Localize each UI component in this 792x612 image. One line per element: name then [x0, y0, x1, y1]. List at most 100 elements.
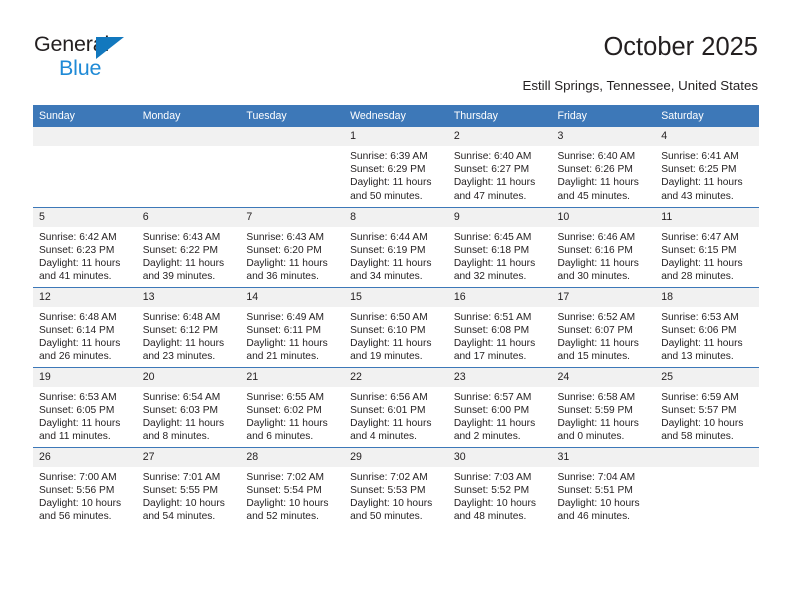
- daylight-duration-line2: and 2 minutes.: [453, 431, 521, 443]
- daylight-duration-line2: and 50 minutes.: [350, 190, 423, 202]
- calendar-day-cell[interactable]: 10 Sunrise: 6:46 AM Sunset: 6:16 PM Dayligh…: [551, 206, 656, 287]
- daylight-duration-line2: and 4 minutes.: [350, 431, 417, 443]
- day-details: Sunrise: 6:39 AM Sunset: 6:29 PM Daylight:…: [344, 146, 448, 203]
- calendar-day-cell[interactable]: 28 Sunrise: 7:02 AM Sunset: 5:54 PM Dayligh…: [240, 446, 345, 527]
- day-number: [33, 127, 137, 146]
- sunrise-time: Sunrise: 6:40 AM: [453, 151, 532, 162]
- day-details: Sunrise: 7:01 AM Sunset: 5:55 PM Daylight:…: [137, 467, 241, 524]
- day-number: 5: [33, 207, 137, 227]
- day-details: Sunrise: 6:59 AM Sunset: 5:57 PM Daylight:…: [655, 387, 759, 444]
- daylight-duration-line1: Daylight: 10 hours: [661, 417, 744, 429]
- logo-text-blue: Blue: [59, 56, 102, 80]
- day-details: Sunrise: 7:02 AM Sunset: 5:53 PM Daylight:…: [344, 467, 448, 524]
- calendar-day-cell[interactable]: 23 Sunrise: 6:57 AM Sunset: 6:00 PM Dayligh…: [447, 366, 552, 447]
- calendar-day-cell[interactable]: 30 Sunrise: 7:03 AM Sunset: 5:52 PM Dayligh…: [447, 446, 552, 527]
- daylight-duration-line2: and 52 minutes.: [246, 511, 319, 523]
- daylight-duration-line1: Daylight: 11 hours: [661, 177, 743, 189]
- calendar-day-cell[interactable]: 16 Sunrise: 6:51 AM Sunset: 6:08 PM Dayligh…: [447, 286, 552, 367]
- general-blue-logo[interactable]: General Blue: [34, 32, 214, 84]
- daylight-duration-line1: Daylight: 11 hours: [350, 177, 432, 189]
- daylight-duration-line1: Daylight: 11 hours: [350, 257, 432, 269]
- sunset-time: Sunset: 5:56 PM: [39, 484, 115, 496]
- calendar-day-cell[interactable]: 11 Sunrise: 6:47 AM Sunset: 6:15 PM Dayligh…: [655, 206, 759, 287]
- calendar-day-cell[interactable]: 26 Sunrise: 7:00 AM Sunset: 5:56 PM Dayligh…: [33, 446, 137, 527]
- sunrise-time: Sunrise: 6:42 AM: [39, 231, 117, 243]
- day-details: Sunrise: 6:52 AM Sunset: 6:07 PM Daylight:…: [552, 307, 656, 364]
- calendar-day-cell[interactable]: 6 Sunrise: 6:43 AM Sunset: 6:22 PM Daylight…: [136, 206, 241, 287]
- daylight-duration-line2: and 19 minutes.: [350, 351, 423, 363]
- day-number: 30: [447, 447, 552, 467]
- calendar-day-cell[interactable]: 20 Sunrise: 6:54 AM Sunset: 6:03 PM Dayligh…: [136, 366, 241, 447]
- calendar-day-cell[interactable]: 24 Sunrise: 6:58 AM Sunset: 5:59 PM Dayligh…: [551, 366, 656, 447]
- day-details: Sunrise: 7:00 AM Sunset: 5:56 PM Daylight:…: [33, 467, 137, 524]
- day-number: 29: [344, 447, 448, 467]
- calendar-day-cell-empty: [33, 127, 137, 207]
- sunrise-time: Sunrise: 6:57 AM: [453, 391, 532, 403]
- calendar-day-cell[interactable]: 17 Sunrise: 6:52 AM Sunset: 6:07 PM Dayligh…: [551, 286, 656, 367]
- calendar-day-cell[interactable]: 9 Sunrise: 6:45 AM Sunset: 6:18 PM Daylight…: [447, 206, 552, 287]
- sunset-time: Sunset: 6:03 PM: [142, 404, 219, 416]
- calendar-body: 1 Sunrise: 6:39 AM Sunset: 6:29 PM Daylight…: [33, 127, 759, 527]
- page-header: General Blue October 2025 Estill Springs…: [0, 0, 792, 103]
- calendar-day-cell[interactable]: 19 Sunrise: 6:53 AM Sunset: 6:05 PM Dayligh…: [33, 366, 137, 447]
- calendar-week-row: 26 Sunrise: 7:00 AM Sunset: 5:56 PM Dayligh…: [33, 446, 759, 527]
- sunset-time: Sunset: 6:14 PM: [39, 324, 115, 336]
- calendar-day-cell[interactable]: 1 Sunrise: 6:39 AM Sunset: 6:29 PM Daylight…: [344, 127, 448, 207]
- sunset-time: Sunset: 6:08 PM: [453, 324, 530, 336]
- day-details: Sunrise: 6:58 AM Sunset: 5:59 PM Daylight:…: [552, 387, 656, 444]
- day-number: 16: [447, 287, 552, 307]
- calendar-week-row: 1 Sunrise: 6:39 AM Sunset: 6:29 PM Daylight…: [33, 127, 759, 207]
- calendar-day-cell[interactable]: 27 Sunrise: 7:01 AM Sunset: 5:55 PM Dayligh…: [136, 446, 241, 527]
- daylight-duration-line1: Daylight: 11 hours: [453, 257, 536, 269]
- calendar-day-cell[interactable]: 31 Sunrise: 7:04 AM Sunset: 5:51 PM Dayligh…: [551, 446, 656, 527]
- weekday-header-saturday: Saturday: [655, 105, 759, 127]
- day-number: 23: [447, 367, 552, 387]
- sunrise-time: Sunrise: 6:39 AM: [350, 151, 428, 162]
- sunrise-time: Sunrise: 7:03 AM: [453, 471, 532, 483]
- calendar-day-cell[interactable]: 12 Sunrise: 6:48 AM Sunset: 6:14 PM Dayligh…: [33, 286, 137, 367]
- daylight-duration-line1: Daylight: 11 hours: [557, 337, 639, 349]
- calendar-day-cell[interactable]: 22 Sunrise: 6:56 AM Sunset: 6:01 PM Dayligh…: [344, 366, 448, 447]
- daylight-duration-line2: and 23 minutes.: [142, 351, 216, 363]
- calendar-day-cell-empty: [136, 127, 241, 207]
- day-details: Sunrise: 6:45 AM Sunset: 6:18 PM Daylight:…: [448, 227, 552, 284]
- calendar-day-cell[interactable]: 5 Sunrise: 6:42 AM Sunset: 6:23 PM Daylight…: [33, 206, 137, 287]
- calendar-day-cell[interactable]: 21 Sunrise: 6:55 AM Sunset: 6:02 PM Dayligh…: [240, 366, 345, 447]
- daylight-duration-line2: and 26 minutes.: [39, 351, 112, 363]
- sunrise-time: Sunrise: 7:04 AM: [557, 471, 636, 483]
- sunrise-time: Sunrise: 6:43 AM: [142, 231, 221, 243]
- day-details: Sunrise: 6:53 AM Sunset: 6:05 PM Daylight:…: [33, 387, 137, 444]
- sunset-time: Sunset: 5:55 PM: [142, 484, 219, 496]
- sunrise-time: Sunrise: 6:50 AM: [350, 311, 428, 323]
- day-number: 22: [344, 367, 448, 387]
- calendar-day-cell[interactable]: 2 Sunrise: 6:40 AM Sunset: 6:27 PM Daylight…: [447, 127, 552, 207]
- daylight-duration-line1: Daylight: 10 hours: [246, 497, 329, 509]
- sunset-time: Sunset: 6:27 PM: [453, 164, 530, 176]
- daylight-duration-line2: and 54 minutes.: [142, 511, 216, 523]
- calendar-day-cell[interactable]: 3 Sunrise: 6:40 AM Sunset: 6:26 PM Daylight…: [551, 127, 656, 207]
- calendar-day-cell[interactable]: 7 Sunrise: 6:43 AM Sunset: 6:20 PM Daylight…: [240, 206, 345, 287]
- daylight-duration-line1: Daylight: 11 hours: [453, 337, 536, 349]
- calendar-day-cell[interactable]: 4 Sunrise: 6:41 AM Sunset: 6:25 PM Daylight…: [655, 127, 759, 207]
- sunrise-sunset-calendar: Sunday Monday Tuesday Wednesday Thursday…: [33, 105, 759, 527]
- sunset-time: Sunset: 5:53 PM: [350, 484, 426, 496]
- calendar-day-cell[interactable]: 29 Sunrise: 7:02 AM Sunset: 5:53 PM Dayligh…: [344, 446, 448, 527]
- calendar-day-cell[interactable]: 14 Sunrise: 6:49 AM Sunset: 6:11 PM Dayligh…: [240, 286, 345, 367]
- day-number: [240, 127, 345, 146]
- daylight-duration-line1: Daylight: 11 hours: [557, 177, 639, 189]
- sunset-time: Sunset: 6:22 PM: [142, 244, 219, 256]
- day-number: 8: [344, 207, 448, 227]
- sunset-time: Sunset: 6:01 PM: [350, 404, 426, 416]
- calendar-day-cell[interactable]: 25 Sunrise: 6:59 AM Sunset: 5:57 PM Dayligh…: [655, 366, 759, 447]
- calendar-day-cell[interactable]: 13 Sunrise: 6:48 AM Sunset: 6:12 PM Dayligh…: [136, 286, 241, 367]
- sunrise-time: Sunrise: 6:53 AM: [661, 311, 739, 323]
- calendar-day-cell[interactable]: 15 Sunrise: 6:50 AM Sunset: 6:10 PM Dayligh…: [344, 286, 448, 367]
- calendar-day-cell[interactable]: 8 Sunrise: 6:44 AM Sunset: 6:19 PM Daylight…: [344, 206, 448, 287]
- sunset-time: Sunset: 6:12 PM: [142, 324, 219, 336]
- page-title: October 2025: [603, 33, 758, 61]
- calendar-day-cell[interactable]: 18 Sunrise: 6:53 AM Sunset: 6:06 PM Dayligh…: [655, 286, 759, 367]
- daylight-duration-line1: Daylight: 11 hours: [39, 337, 121, 349]
- sunset-time: Sunset: 6:25 PM: [661, 164, 737, 176]
- daylight-duration-line1: Daylight: 11 hours: [557, 417, 639, 429]
- day-details: Sunrise: 6:48 AM Sunset: 6:12 PM Daylight:…: [137, 307, 241, 364]
